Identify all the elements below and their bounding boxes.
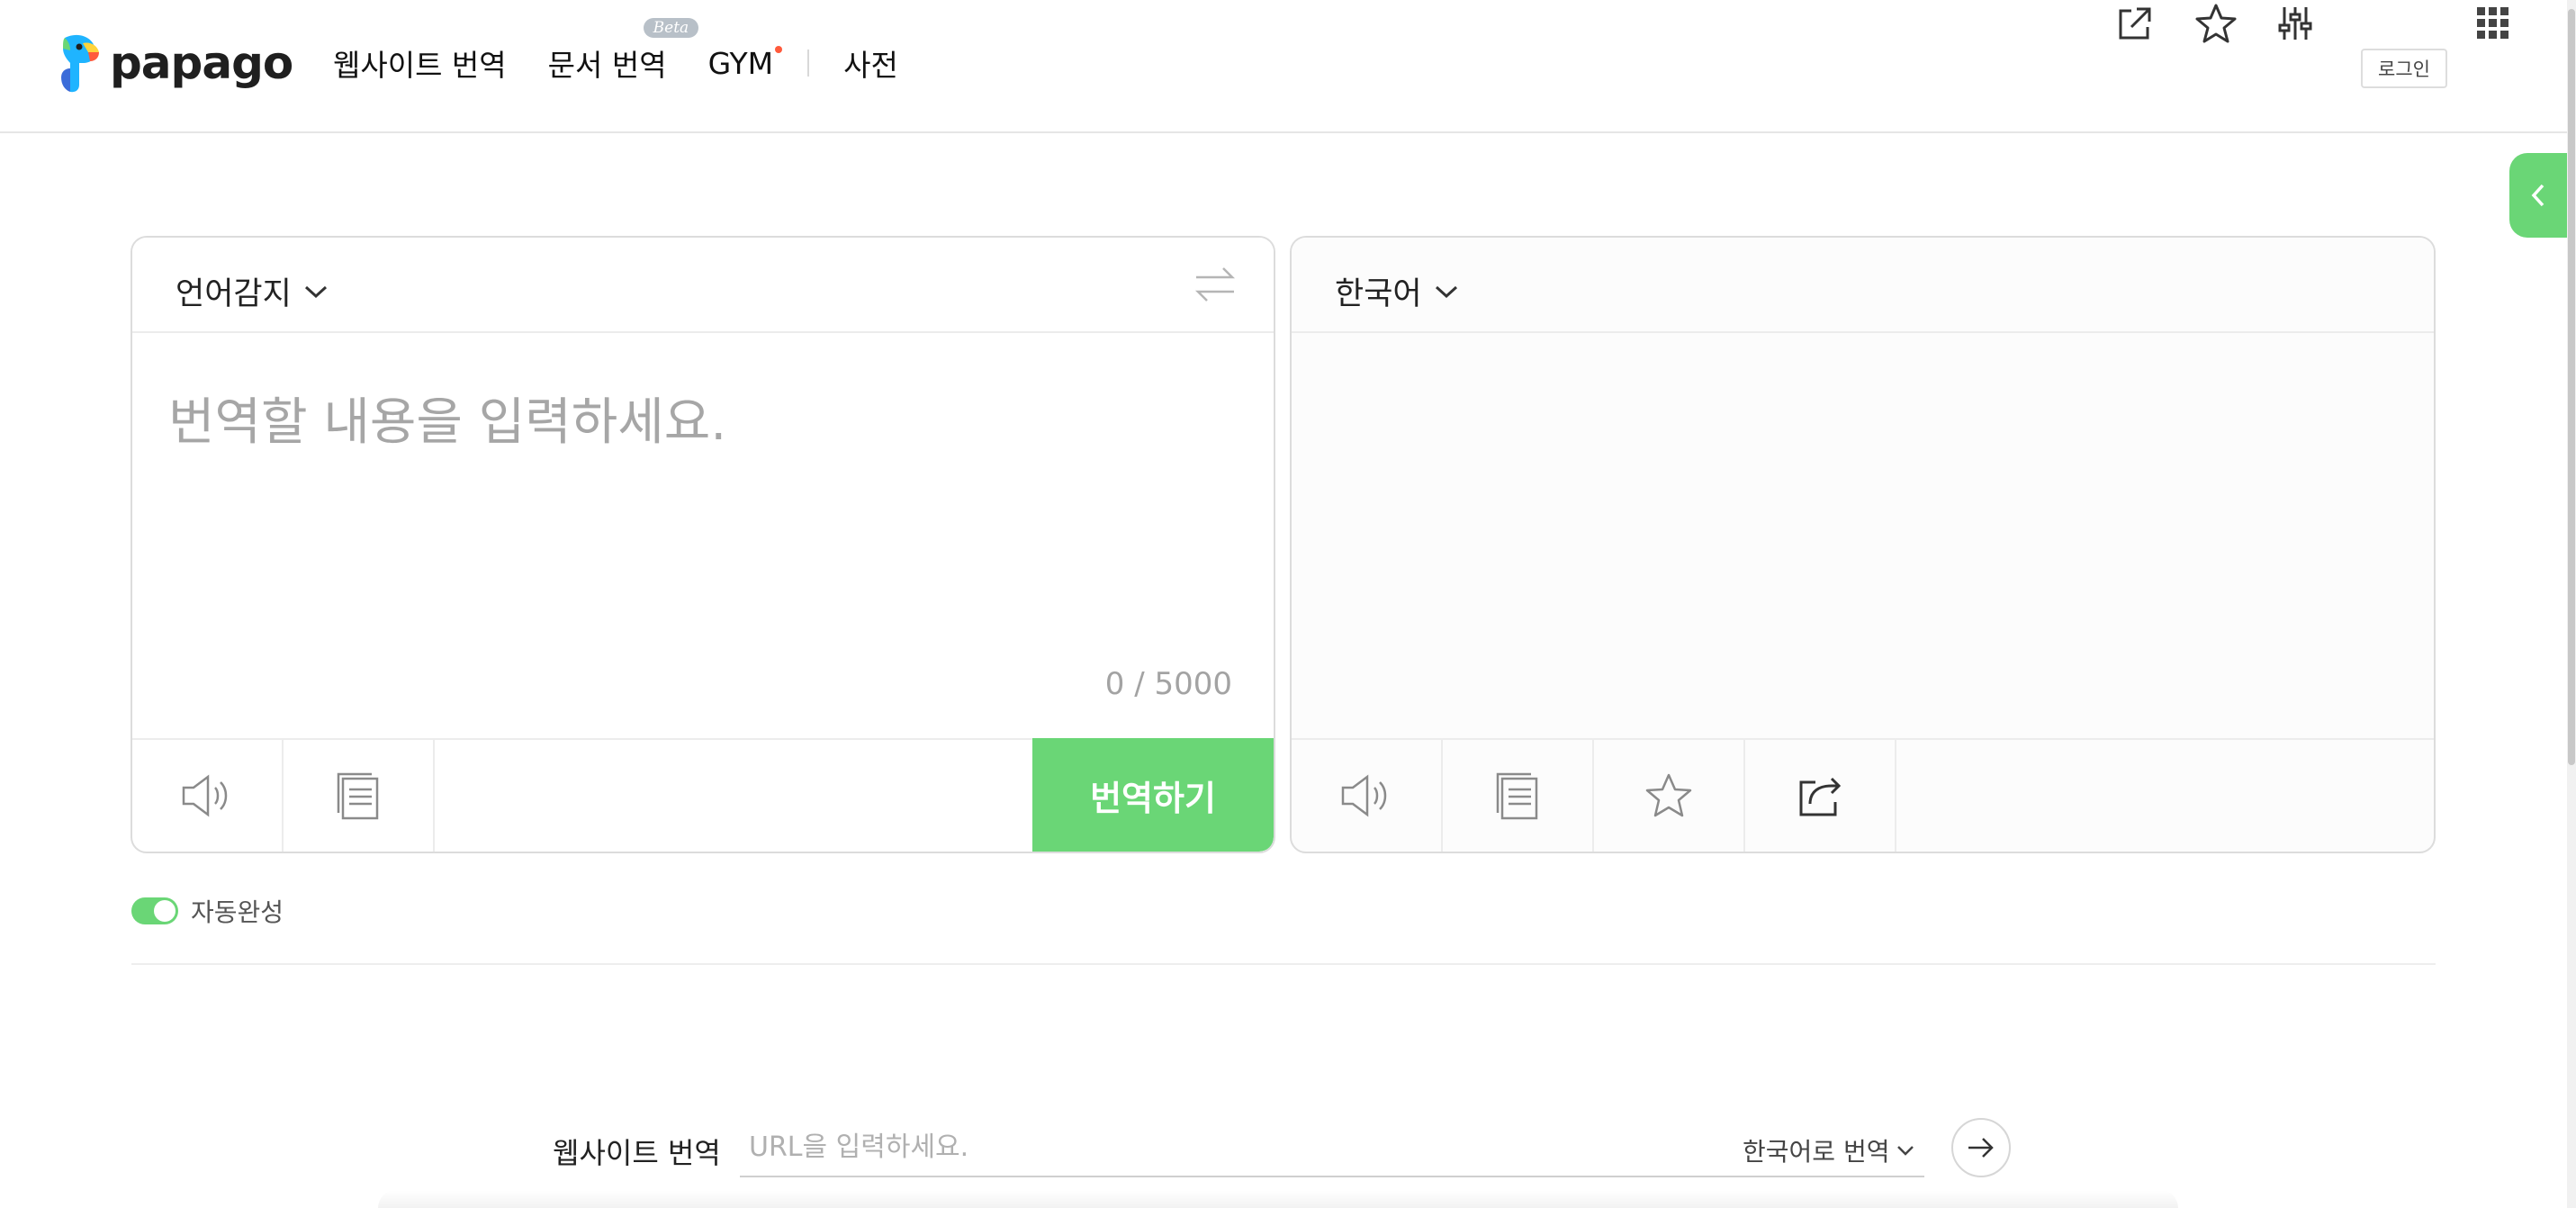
target-copy-button[interactable] [1443,740,1594,852]
nav-separator [807,50,810,77]
website-translation-label: 웹사이트 번역 [553,1136,721,1170]
nav-gym[interactable]: GYM [707,45,783,81]
target-panel-footer [1292,738,2434,852]
top-header: papago 웹사이트 번역 문서 번역 Beta GYM 사전 로그인 [0,0,2567,133]
share-icon [1799,777,1842,816]
source-language-label: 언어감지 [176,276,292,312]
nav-gym-label: GYM [707,45,774,81]
speaker-icon [1341,774,1387,817]
source-panel-header: 언어감지 [132,238,1274,333]
new-indicator-dot [775,45,783,53]
target-share-button[interactable] [1745,740,1896,852]
speaker-icon [182,774,228,817]
main-nav: 웹사이트 번역 문서 번역 Beta GYM 사전 [333,18,940,85]
section-divider [131,963,2436,965]
source-panel: 언어감지 0 / 5000 번역하기 [131,236,1275,853]
nav-dictionary[interactable]: 사전 [843,41,898,85]
website-translation-bar: 웹사이트 번역 한국어로 번역 [0,1105,2567,1195]
target-panel: 한국어 [1290,236,2436,853]
copy-icon [1496,772,1538,820]
brand-name: papago [110,37,293,89]
toggle-knob [154,900,176,922]
beta-badge: Beta [643,18,699,38]
source-listen-button[interactable] [132,740,284,852]
chevron-left-icon [2531,184,2544,207]
page-scrollbar-thumb[interactable] [2568,9,2575,765]
website-target-language-label: 한국어로 번역 [1743,1137,1890,1167]
nav-document-translation[interactable]: 문서 번역 Beta [547,18,699,85]
autocomplete-toggle[interactable] [131,897,178,924]
nav-document-translation-label: 문서 번역 [547,48,667,83]
papago-logo[interactable]: papago [56,32,293,94]
source-copy-button[interactable] [284,740,435,852]
star-icon [1645,773,1692,817]
bottom-shadow [378,1190,2178,1208]
chevron-down-icon [304,285,327,298]
website-target-language-select[interactable]: 한국어로 번역 [1743,1132,1914,1168]
autocomplete-setting: 자동완성 [131,893,284,929]
login-button[interactable]: 로그인 [2361,49,2447,88]
external-link-icon[interactable] [2112,0,2158,47]
target-language-select[interactable]: 한국어 [1335,268,1458,314]
target-favorite-button[interactable] [1594,740,1745,852]
side-panel-toggle[interactable] [2509,153,2567,238]
target-panel-header: 한국어 [1292,238,2434,333]
source-text-input[interactable] [168,382,1239,616]
settings-sliders-icon[interactable] [2272,0,2319,47]
chevron-down-icon [1435,285,1457,298]
parrot-logo-icon [61,34,99,93]
target-language-label: 한국어 [1335,276,1422,312]
star-icon[interactable] [2193,0,2239,47]
apps-grid-icon[interactable] [2470,0,2517,47]
arrow-right-icon [1968,1138,1994,1158]
nav-website-translation[interactable]: 웹사이트 번역 [333,41,507,85]
swap-languages-icon[interactable] [1194,265,1236,304]
website-go-button[interactable] [1951,1118,2011,1177]
character-counter: 0 / 5000 [1104,666,1232,702]
source-language-select[interactable]: 언어감지 [176,268,328,314]
translate-button[interactable]: 번역하기 [1032,738,1274,852]
autocomplete-label: 자동완성 [191,897,284,927]
copy-icon [337,772,379,820]
chevron-down-icon [1897,1146,1914,1156]
target-listen-button[interactable] [1292,740,1443,852]
